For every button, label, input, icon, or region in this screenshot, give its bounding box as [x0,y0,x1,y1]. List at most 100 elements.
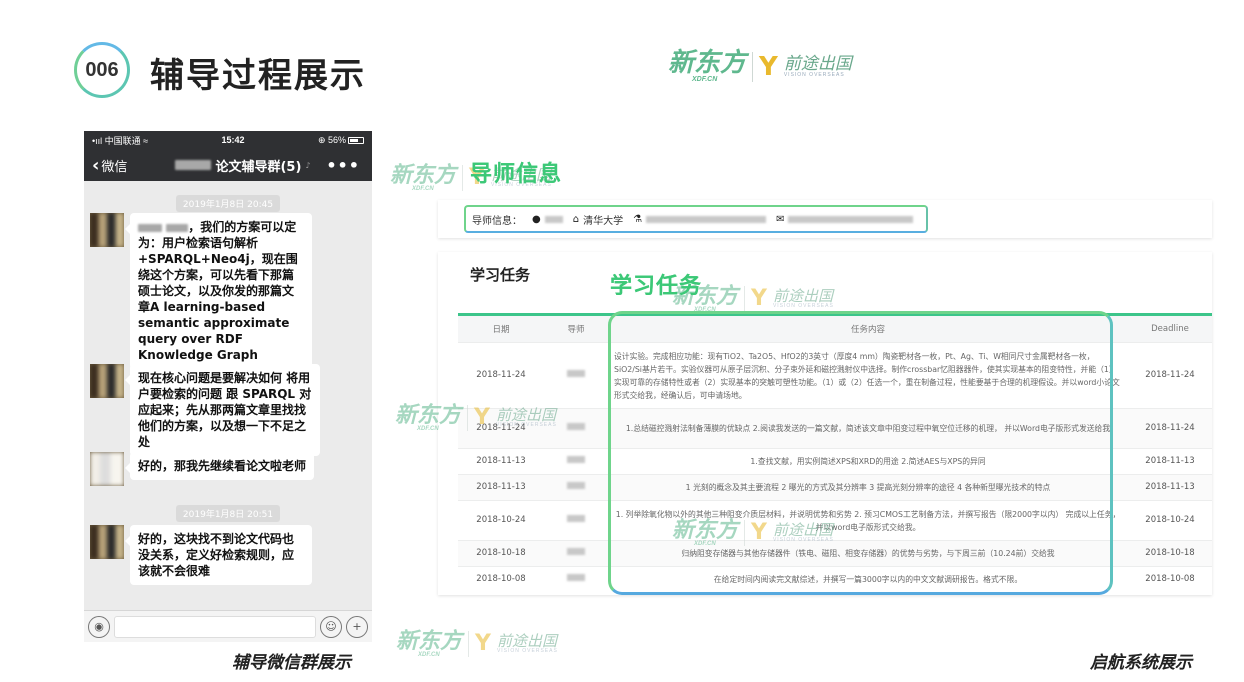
watermark-vision-sub: VISION OVERSEAS [772,303,834,309]
chat-message: ，我们的方案可以定为：用户检索语句解析 +SPARQL+Neo4j，现在围绕这个… [90,213,312,369]
task-content: 1 光刻的概念及其主要流程 2 曝光的方式及其分辨率 3 提高光刻分辨率的途径 … [608,474,1128,501]
task-mentor [544,474,608,501]
tasks-label: 学习任务 [610,268,702,300]
message-text: ，我们的方案可以定为：用户检索语句解析 +SPARQL+Neo4j，现在围绕这个… [138,220,298,362]
vision-logo-text: 前途出国 [783,53,852,74]
mute-icon: ♪ [305,160,311,170]
chat-message: 现在核心问题是要解决如何 将用户要检索的问题 跟 SPARQL 对应起来；先从那… [90,364,320,456]
task-deadline: 2018-11-24 [1128,408,1212,449]
task-mentor [544,566,608,593]
slide-number-badge: 006 [74,42,130,98]
chat-message: 好的，这块找不到论文代码也没关系，定义好检索规则，应该就不会很难 [90,525,312,585]
watermark-vision: 前途出国 [772,521,833,539]
task-content: 1.总结磁控溅射法制备薄膜的优缺点 2.阅读我发送的一篇文献，简述该文章中阻变过… [608,408,1128,449]
mentor-email: ✉ [776,214,914,225]
watermark-text: 新东方 [396,628,463,654]
task-deadline: 2018-11-13 [1128,448,1212,475]
brand-watermark: 新东方 XDF.CN Y 前途出国 VISION OVERSEAS [396,630,558,658]
plus-icon[interactable]: + [346,615,368,638]
message-text: 现在核心问题是要解决如何 将用户要检索的问题 跟 SPARQL 对应起来；先从那… [138,371,312,449]
chat-title-text: 论文辅导群(5) [215,159,302,175]
status-battery: ⊕ 56% [318,135,364,146]
vision-logo-sub: VISION OVERSEAS [783,71,845,78]
redacted-name [544,215,563,223]
avatar [90,525,124,559]
column-header-mentor: 导师 [567,325,585,335]
table-row[interactable]: 2018-11-24 设计实验。完成相应功能：现有TiO2、Ta2O5、HfO2… [458,342,1212,409]
redacted-mentor [567,574,585,582]
message-input[interactable] [114,615,316,638]
carrier-signal: •ııl 中国联通 ≈ [92,135,149,146]
avatar [90,364,124,398]
xdf-logo-text: 新东方 [668,48,747,78]
chat-timestamp: 2019年1月8日 20:51 [84,502,372,522]
user-icon: ● [532,213,541,225]
message-bubble: 现在核心问题是要解决如何 将用户要检索的问题 跟 SPARQL 对应起来；先从那… [125,364,320,456]
watermark-vision-sub: VISION OVERSEAS [495,422,557,428]
watermark-vision-sub: VISION OVERSEAS [496,648,558,654]
task-date: 2018-10-08 [458,566,544,593]
task-deadline: 2018-10-08 [1128,566,1212,593]
chat-timestamp: 2019年1月8日 20:45 [84,192,372,212]
vision-leaf-icon: Y [759,51,778,82]
vision-leaf-icon: Y [751,520,767,545]
more-icon[interactable]: ••• [326,156,360,175]
watermark-vision: 前途出国 [772,287,833,305]
watermark-vision: 前途出国 [496,632,557,650]
avatar [90,452,124,486]
slide-title: 辅导过程展示 [150,56,366,96]
mentor-name: ● [532,214,563,225]
table-row[interactable]: 2018-11-24 1.总结磁控溅射法制备薄膜的优缺点 2.阅读我发送的一篇文… [458,408,1212,449]
task-content: 1.查找文献，用实例简述XPS和XRD的用途 2.简述AES与XPS的异同 [608,448,1128,475]
table-row[interactable]: 2018-10-18 归纳阻变存储器与其他存储器件（铁电、磁阻、相变存储器）的优… [458,540,1212,567]
wechat-phone-screenshot: •ııl 中国联通 ≈ 15:42 ⊕ 56% ‹ 微信 论文辅导群(5) ♪ … [84,131,372,642]
task-deadline: 2018-10-18 [1128,540,1212,567]
task-mentor [544,342,608,409]
table-row[interactable]: 2018-10-24 1. 列举除氧化物以外的其他三种阻变介质层材料，并说明优势… [458,500,1212,541]
redacted-mentor [567,456,585,463]
table-row[interactable]: 2018-11-13 1 光刻的概念及其主要流程 2 曝光的方式及其分辨率 3 … [458,474,1212,501]
xdf-logo-sub: XDF.CN [692,76,718,83]
watermark-sub: XDF.CN [417,426,439,432]
back-button[interactable]: ‹ 微信 [92,155,127,176]
column-header-date: 日期 [492,325,510,335]
redacted-mentor [567,423,585,430]
task-deadline: 2018-10-24 [1128,500,1212,541]
brand-logo-top: 新东方 XDF.CN Y 前途出国 VISION OVERSEAS [668,50,852,83]
chat-message: 好的，那我先继续看论文啦老师 [90,452,315,486]
chevron-left-icon: ‹ [92,154,100,176]
table-row[interactable]: 2018-11-13 1.查找文献，用实例简述XPS和XRD的用途 2.简述AE… [458,448,1212,475]
vision-leaf-icon: Y [751,286,767,311]
task-date: 2018-10-24 [458,500,544,541]
task-mentor [544,500,608,541]
watermark-vision: 前途出国 [495,406,556,424]
phone-status-bar: •ııl 中国联通 ≈ 15:42 ⊕ 56% [84,131,372,149]
watermark-sub: XDF.CN [694,541,716,547]
tasks-table: 日期 导师 任务内容 Deadline 2018-11-24 设计实验。完成相应… [458,313,1212,593]
voice-icon[interactable]: ◉ [88,615,110,638]
battery-icon [348,136,364,144]
emoji-icon[interactable]: ☺ [320,615,342,638]
mentor-school: ⌂ 清华大学 [573,212,623,227]
redacted-email [788,215,914,223]
task-mentor [544,540,608,567]
redacted-name [138,223,162,232]
task-date: 2018-10-18 [458,540,544,567]
column-header-deadline: Deadline [1151,324,1189,334]
mentor-title: ⚗ [633,214,767,225]
message-text: 好的，这块找不到论文代码也没关系，定义好检索规则，应该就不会很难 [138,532,295,578]
brand-watermark: 新东方 XDF.CN Y 前途出国 VISION OVERSEAS [395,404,557,432]
column-header-content: 任务内容 [850,325,885,335]
redacted-name [166,223,189,232]
mentor-info-row: 导师信息： ● ⌂ 清华大学 ⚗ ✉ [464,205,928,233]
redacted-mentor [567,515,585,522]
table-header-row: 日期 导师 任务内容 Deadline [458,314,1212,343]
school-name: 清华大学 [583,215,624,227]
task-deadline: 2018-11-13 [1128,474,1212,501]
table-row[interactable]: 2018-10-08 在给定时间内阅读完文献综述，并撰写一篇3000字以内的中文… [458,566,1212,593]
message-bubble: 好的，这块找不到论文代码也没关系，定义好检索规则，应该就不会很难 [125,525,312,585]
message-text: 好的，那我先继续看论文啦老师 [138,459,307,473]
brand-watermark: 新东方 XDF.CN Y 前途出国 VISION OVERSEAS [672,519,834,547]
redacted-name [175,160,212,170]
chat-title: 论文辅导群(5) ♪ [154,156,332,175]
